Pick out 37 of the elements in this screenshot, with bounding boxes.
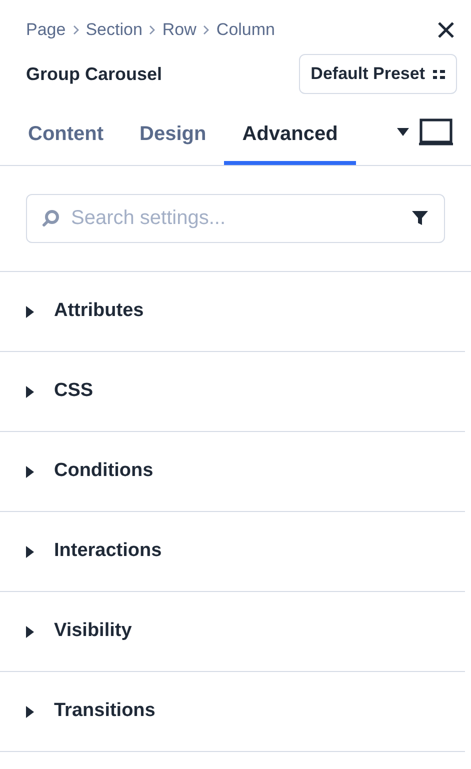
breadcrumb-link[interactable]: Page — [26, 17, 66, 43]
section-title: Conditions — [54, 459, 154, 484]
desktop-icon[interactable] — [419, 118, 453, 146]
chevron-right-icon — [202, 25, 210, 35]
section-title: Visibility — [54, 619, 132, 644]
tab[interactable]: Content — [10, 113, 122, 165]
search-icon — [42, 209, 60, 227]
settings-section[interactable]: CSS — [0, 352, 465, 432]
settings-section[interactable]: Conditions — [0, 432, 465, 512]
breadcrumb-link[interactable]: Column — [216, 17, 276, 43]
preset-icon — [433, 68, 445, 80]
preset-button[interactable]: Default Preset — [298, 54, 457, 94]
tab[interactable]: Advanced — [224, 113, 356, 165]
caret-icon — [26, 546, 34, 558]
section-title: CSS — [54, 379, 94, 404]
breadcrumb-link[interactable]: Section — [86, 17, 142, 43]
breadcrumb-link[interactable]: Row — [162, 17, 196, 43]
caret-icon — [26, 706, 34, 718]
settings-section[interactable]: Transitions — [0, 672, 465, 752]
section-title: Attributes — [54, 299, 144, 324]
chevron-right-icon — [148, 25, 156, 35]
dropdown-caret-icon[interactable] — [397, 128, 409, 136]
search-field[interactable]: Search settings... — [26, 194, 445, 243]
caret-icon — [26, 466, 34, 478]
section-title: Interactions — [54, 539, 162, 564]
settings-section[interactable]: Interactions — [0, 512, 465, 592]
filter-icon[interactable] — [411, 209, 429, 227]
close-icon[interactable] — [437, 21, 455, 39]
caret-icon — [26, 386, 34, 398]
settings-section[interactable]: Visibility — [0, 592, 465, 672]
element-title: Group Carousel — [26, 62, 162, 86]
caret-icon — [26, 306, 34, 318]
settings-section[interactable]: Attributes — [0, 272, 465, 352]
tab[interactable]: Design — [122, 113, 224, 165]
caret-icon — [26, 626, 34, 638]
chevron-right-icon — [72, 25, 80, 35]
section-title: Transitions — [54, 699, 156, 724]
